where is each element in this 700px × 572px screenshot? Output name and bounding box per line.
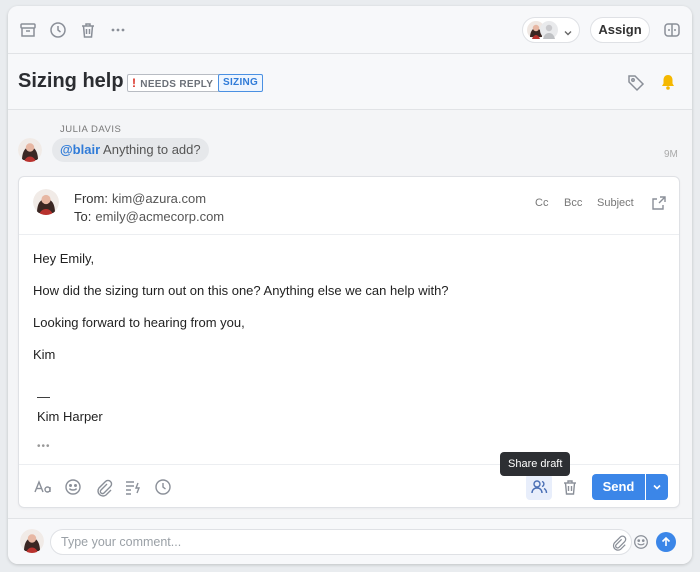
show-trimmed-button[interactable]: ••• [37, 441, 51, 452]
share-draft-tooltip: Share draft [500, 452, 571, 476]
reply-composer: From: kim@azura.com To: emily@acmecorp.com… [18, 176, 680, 508]
submit-comment-button[interactable] [656, 532, 676, 552]
tag-sizing[interactable]: SIZING [218, 74, 264, 92]
schedule-send-icon[interactable] [153, 477, 173, 497]
tag-needs-reply[interactable]: ! NEEDS REPLY [127, 74, 221, 92]
current-user-avatar [20, 529, 44, 553]
comment-attachment-icon[interactable] [609, 533, 627, 551]
more-icon[interactable] [108, 20, 128, 40]
popout-icon[interactable] [651, 195, 667, 211]
from-field[interactable]: From: kim@azura.com [74, 191, 206, 206]
snippets-icon[interactable] [123, 477, 143, 497]
assignee-avatar-2 [540, 21, 558, 39]
top-toolbar: Assign [8, 6, 692, 54]
comment-input[interactable] [50, 529, 632, 555]
body-line[interactable]: Looking forward to hearing from you, [33, 315, 245, 330]
comment-bubble: @blair Anything to add? [52, 138, 209, 162]
body-line[interactable]: Kim [33, 347, 55, 362]
commenter-avatar [18, 138, 42, 162]
chevron-down-icon [563, 25, 573, 36]
body-line[interactable]: How did the sizing turn out on this one?… [33, 283, 449, 298]
trash-icon[interactable] [78, 20, 98, 40]
emoji-icon[interactable] [63, 477, 83, 497]
body-line[interactable]: Hey Emily, [33, 251, 94, 266]
users-icon [531, 480, 548, 494]
archive-icon[interactable] [18, 20, 38, 40]
arrow-up-icon [661, 536, 671, 546]
attachment-icon[interactable] [93, 477, 113, 497]
comment-text: Anything to add? [103, 142, 201, 157]
assignee-avatars[interactable] [522, 17, 580, 43]
to-field[interactable]: To: emily@acmecorp.com [74, 209, 224, 224]
composer-footer: Send [19, 464, 679, 508]
clock-icon[interactable] [48, 20, 68, 40]
conversation-title: Sizing help [18, 70, 124, 92]
chevron-down-icon [653, 484, 661, 490]
send-options-button[interactable] [646, 474, 668, 500]
comment-emoji-icon[interactable] [632, 533, 650, 551]
text-format-icon[interactable] [33, 477, 53, 497]
tag-icon[interactable] [626, 72, 646, 92]
comment-thread: JULIA DAVIS @blair Anything to add? 9M [8, 110, 692, 174]
app-window: Assign Sizing help ! NEEDS REPLY SIZING J… [8, 6, 692, 564]
sender-avatar [33, 189, 59, 215]
send-button[interactable]: Send [592, 474, 645, 500]
conversation-header: Sizing help ! NEEDS REPLY SIZING [8, 54, 692, 110]
discard-draft-icon[interactable] [560, 477, 580, 497]
cc-button[interactable]: Cc [535, 197, 548, 209]
assign-button[interactable]: Assign [590, 17, 650, 43]
signature-name[interactable]: Kim Harper [37, 409, 103, 424]
share-draft-button[interactable] [526, 474, 552, 500]
mention[interactable]: @blair [60, 142, 100, 157]
comment-time: 9M [664, 149, 678, 160]
comment-bar [8, 518, 692, 564]
signature-dash: — [37, 389, 50, 404]
bcc-button[interactable]: Bcc [564, 197, 582, 209]
composer-header: From: kim@azura.com To: emily@acmecorp.com… [19, 177, 679, 235]
subject-button[interactable]: Subject [597, 197, 634, 209]
split-icon[interactable] [662, 20, 682, 40]
commenter-name: JULIA DAVIS [60, 124, 122, 135]
exclamation-icon: ! [132, 76, 137, 90]
bell-icon[interactable] [658, 72, 678, 92]
